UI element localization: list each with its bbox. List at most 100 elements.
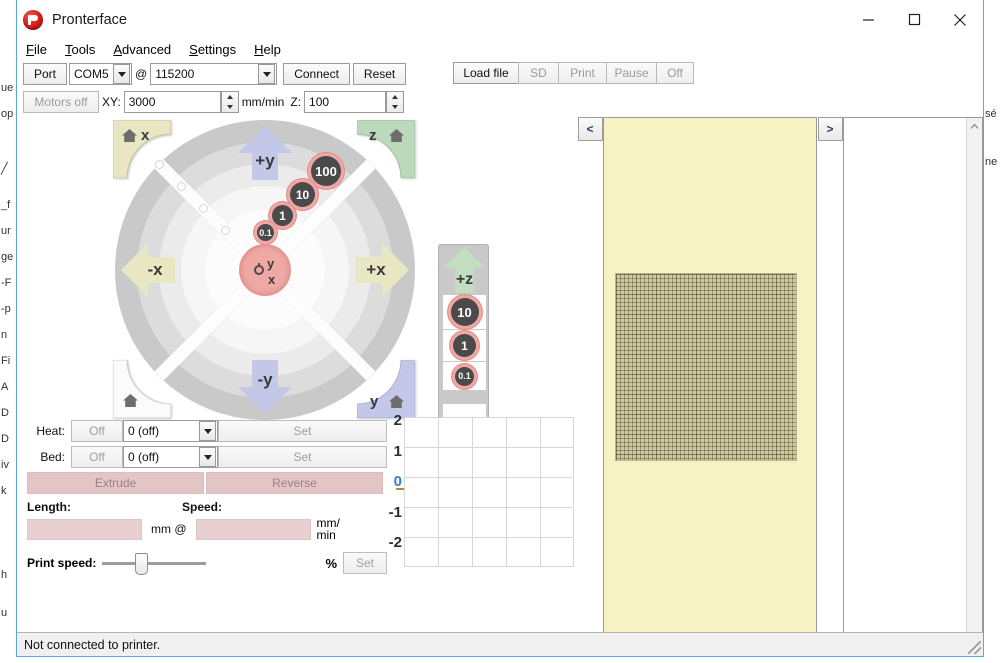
log-text (844, 118, 966, 632)
print-speed-slider[interactable] (102, 553, 207, 575)
resize-grip[interactable] (968, 641, 981, 654)
crosshair-icon (254, 263, 264, 275)
extrude-length-input[interactable] (27, 518, 142, 540)
temperature-graph[interactable]: 2 1 0 -1 -2 (382, 412, 578, 617)
home-all-button[interactable] (113, 360, 171, 418)
z-step-1[interactable]: 1 (453, 334, 476, 357)
z-plus-label: +z (455, 271, 474, 288)
background-window-left: ue op ╱ _f ur ge -F -p n Fi A D D iv k h… (0, 0, 16, 663)
left-splitter: < (577, 117, 603, 632)
menu-item-settings[interactable]: Settings (189, 42, 236, 57)
heat-off-button[interactable]: Off (71, 420, 123, 442)
home-icon (389, 129, 404, 142)
load-file-button[interactable]: Load file (453, 62, 518, 84)
z-step-0-1[interactable]: 0.1 (455, 366, 474, 386)
collapse-right-button[interactable]: > (817, 117, 843, 141)
print-bed-grid (615, 273, 797, 461)
log-panel: Send (843, 117, 983, 632)
chevron-down-icon[interactable] (258, 64, 276, 84)
slider-thumb[interactable] (135, 553, 149, 575)
xy-step-1[interactable]: 1 (272, 205, 293, 226)
bg-left-line: -p (1, 303, 11, 315)
menu-settings-rest: ettings (197, 42, 237, 57)
baud-select-value: 115200 (155, 67, 195, 81)
extrude-button[interactable]: Extrude (27, 472, 204, 494)
off-button[interactable]: Off (656, 62, 694, 84)
heat-set-button[interactable]: Set (218, 420, 387, 442)
graph-ytick: -2 (388, 534, 402, 551)
extrude-reverse-row: Extrude Reverse (27, 472, 387, 494)
close-button[interactable] (937, 0, 983, 39)
home-y-button[interactable]: y (357, 360, 415, 418)
port-select[interactable]: COM5 (69, 63, 133, 85)
collapse-left-button[interactable]: < (577, 117, 603, 141)
status-bar: Not connected to printer. (17, 632, 983, 656)
xy-feedrate-stepper[interactable] (220, 90, 239, 113)
xy-feedrate-input[interactable]: 3000 (123, 90, 221, 113)
jog-center-y-label: y (267, 256, 275, 271)
heat-label: Heat: (36, 424, 65, 438)
print-preview-viewport[interactable] (604, 118, 816, 632)
reverse-button[interactable]: Reverse (206, 472, 383, 494)
z-step-0-1-row[interactable]: 0.1 (443, 362, 486, 390)
bg-left-line: u (1, 607, 8, 619)
menu-item-advanced[interactable]: Advanced (113, 42, 171, 57)
menu-item-help[interactable]: Help (254, 42, 281, 57)
z-plus-arrow: +z (443, 247, 486, 293)
menu-item-tools[interactable]: Tools (65, 42, 95, 57)
bg-left-line: A (1, 381, 9, 393)
chevron-up-icon[interactable] (967, 118, 983, 135)
speed-label: Speed: (182, 500, 223, 514)
home-y-shape (357, 360, 415, 418)
jog-x-minus-label: -x (147, 260, 163, 279)
z-step-10[interactable]: 10 (450, 298, 479, 326)
sd-button[interactable]: SD (518, 62, 558, 84)
print-button[interactable]: Print (558, 62, 606, 84)
home-x-button[interactable]: x (113, 120, 171, 178)
baud-select[interactable]: 115200 (150, 63, 278, 85)
port-button[interactable]: Port (23, 63, 68, 85)
z-band-divider (443, 391, 486, 403)
print-speed-set-button[interactable]: Set (343, 552, 387, 574)
connect-button[interactable]: Connect (283, 63, 350, 85)
jog-center-home-button[interactable]: y x (239, 244, 291, 296)
pause-button[interactable]: Pause (606, 62, 656, 84)
graph-grid (404, 417, 574, 567)
menu-bar: File Tools Advanced Settings Help (17, 39, 983, 60)
heat-temp-select[interactable]: 0 (off) (123, 420, 218, 442)
z-step-1-row[interactable]: 1 (443, 330, 486, 361)
maximize-button[interactable] (891, 0, 937, 39)
chevron-down-icon[interactable] (113, 64, 131, 84)
z-feedrate-stepper[interactable] (386, 90, 405, 113)
xy-step-10[interactable]: 10 (290, 182, 315, 207)
z-plus-button[interactable]: +z (443, 247, 486, 293)
menu-item-file[interactable]: File (26, 42, 47, 57)
z-feedrate-input[interactable]: 100 (304, 90, 387, 113)
jog-y-minus-label: -y (257, 370, 273, 389)
menu-tools-rest: ools (71, 42, 96, 57)
feedrate-row: Motors off XY: 3000 mm/min Z: 100 (23, 89, 983, 114)
reset-button[interactable]: Reset (352, 63, 407, 85)
menu-help-rest: elp (263, 42, 281, 57)
xy-step-0-1[interactable]: 0.1 (257, 224, 274, 241)
chevron-down-icon[interactable] (199, 447, 216, 467)
bed-set-button[interactable]: Set (218, 446, 387, 468)
bg-left-line: -F (1, 277, 12, 289)
bed-temp-select[interactable]: 0 (off) (123, 446, 218, 468)
bed-off-button[interactable]: Off (71, 446, 123, 468)
bg-left-line: ue (1, 82, 14, 94)
bg-right-line: ne (985, 156, 998, 168)
log-scrollbar[interactable] (966, 118, 982, 632)
bg-left-line: ur (1, 225, 11, 237)
extrude-speed-input[interactable] (195, 518, 311, 540)
chevron-down-icon[interactable] (199, 421, 216, 441)
home-z-button[interactable]: z (357, 120, 415, 178)
minimize-button[interactable] (845, 0, 891, 39)
motors-off-button[interactable]: Motors off (23, 90, 99, 113)
xy-step-100[interactable]: 100 (311, 156, 341, 186)
feedrate-units-label: mm/min (241, 94, 285, 109)
log-box[interactable] (843, 117, 983, 632)
bed-label: Bed: (40, 450, 65, 464)
z-step-10-row[interactable]: 10 (443, 295, 486, 329)
window-buttons (845, 0, 983, 39)
